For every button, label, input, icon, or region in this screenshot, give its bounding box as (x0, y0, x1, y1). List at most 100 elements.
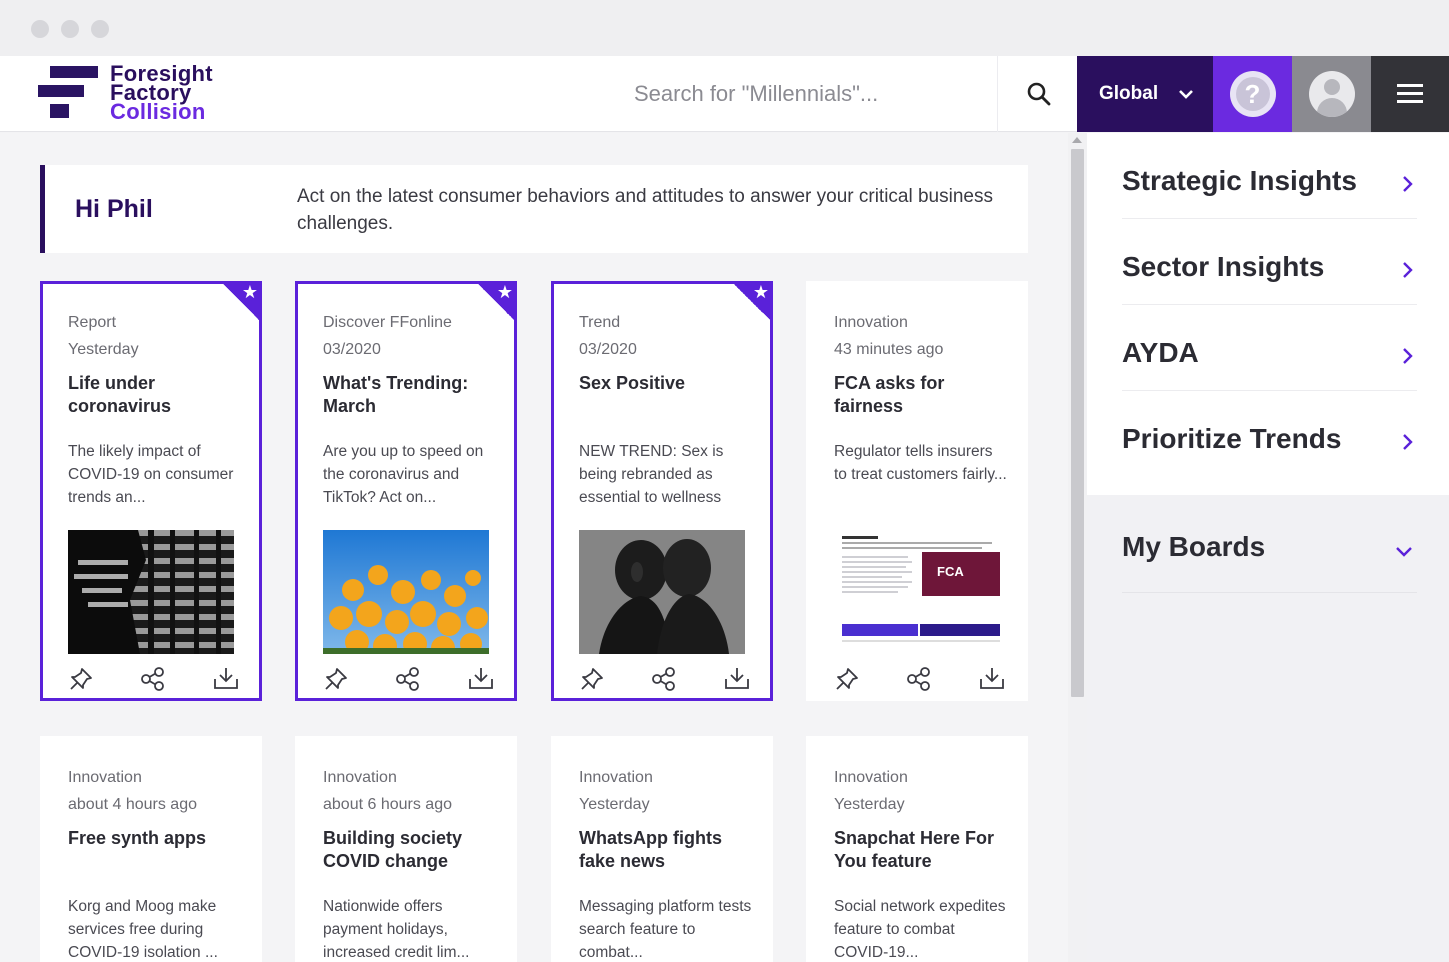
card-date: 03/2020 (323, 341, 381, 358)
window-titlebar (0, 0, 1449, 56)
brand-logo[interactable]: Foresight Factory Collision (38, 63, 238, 126)
download-icon[interactable] (213, 666, 239, 692)
side-item-strategic-insights[interactable]: Strategic Insights (1122, 133, 1417, 219)
side-navigation-panel: Strategic Insights Sector Insights AYDA … (1087, 133, 1449, 962)
content-card[interactable]: Innovation about 4 hours ago Free synth … (40, 736, 262, 962)
featured-ribbon: ★ (475, 282, 514, 323)
chevron-down-icon (1179, 90, 1194, 99)
card-date: 03/2020 (579, 341, 637, 358)
card-date: 43 minutes ago (834, 341, 944, 358)
card-actions (554, 666, 770, 696)
welcome-greeting: Hi Phil (75, 195, 153, 223)
download-icon[interactable] (468, 666, 494, 692)
logo-bar-2 (38, 85, 84, 97)
card-title[interactable]: What's Trending: March (323, 372, 498, 418)
fca-badge-text: FCA (937, 564, 964, 579)
logo-text: Foresight Factory Collision (110, 63, 213, 124)
card-image[interactable] (579, 530, 745, 654)
download-icon[interactable] (724, 666, 750, 692)
featured-ribbon: ★ (731, 284, 770, 323)
star-icon: ★ (241, 282, 258, 302)
card-date: Yesterday (579, 796, 650, 813)
search-input[interactable] (610, 72, 996, 116)
scroll-up-arrow-icon[interactable] (1072, 137, 1082, 143)
card-title[interactable]: FCA asks for fairness (834, 372, 1009, 418)
chevron-down-icon (1396, 547, 1412, 557)
main-content: Hi Phil Act on the latest consumer behav… (0, 133, 1068, 962)
card-date: Yesterday (834, 796, 905, 813)
my-boards-toggle[interactable]: My Boards (1122, 515, 1417, 593)
window-maximize-dot[interactable] (91, 20, 109, 38)
share-icon[interactable] (651, 666, 677, 692)
pin-icon[interactable] (323, 666, 349, 692)
welcome-banner: Hi Phil Act on the latest consumer behav… (40, 165, 1028, 253)
search-icon (1027, 82, 1050, 106)
card-title[interactable]: Building society COVID change (323, 827, 498, 873)
share-icon[interactable] (395, 666, 421, 692)
main-scrollbar[interactable] (1068, 133, 1087, 962)
chevron-right-icon (1403, 262, 1413, 278)
pin-icon[interactable] (834, 666, 860, 692)
help-button[interactable]: ? (1213, 56, 1292, 132)
content-card[interactable]: Innovation Yesterday Snapchat Here For Y… (806, 736, 1028, 962)
card-title[interactable]: Sex Positive (579, 372, 754, 395)
card-type: Innovation (834, 769, 908, 786)
side-item-label: Strategic Insights (1122, 165, 1357, 196)
card-image[interactable] (68, 530, 234, 654)
side-item-sector-insights[interactable]: Sector Insights (1122, 219, 1417, 305)
card-image[interactable]: FCA (834, 530, 1000, 654)
share-icon[interactable] (140, 666, 166, 692)
card-image[interactable] (323, 530, 489, 654)
content-card[interactable]: Innovation 43 minutes ago FCA asks for f… (806, 281, 1028, 701)
side-item-label: Prioritize Trends (1122, 423, 1342, 454)
content-card[interactable]: ★ Discover FFonline 03/2020 What's Trend… (295, 281, 517, 701)
user-profile-button[interactable] (1292, 56, 1371, 132)
scrollbar-thumb[interactable] (1071, 149, 1084, 697)
card-description: Are you up to speed on the coronavirus a… (323, 443, 484, 506)
card-actions (43, 666, 259, 696)
pin-icon[interactable] (579, 666, 605, 692)
card-title[interactable]: Snapchat Here For You feature (834, 827, 1009, 873)
card-description: Nationwide offers payment holidays, incr… (323, 898, 470, 961)
window-close-dot[interactable] (31, 20, 49, 38)
card-actions (298, 666, 514, 696)
help-icon: ? (1229, 71, 1276, 117)
region-label: Global (1099, 83, 1159, 104)
top-header: Foresight Factory Collision Global ? (0, 56, 1449, 132)
content-card[interactable]: Innovation Yesterday WhatsApp fights fak… (551, 736, 773, 962)
hamburger-menu-button[interactable] (1371, 56, 1449, 132)
welcome-message: Act on the latest consumer behaviors and… (297, 186, 993, 234)
search-divider (997, 56, 998, 132)
card-date: Yesterday (68, 341, 139, 358)
card-description: NEW TREND: Sex is being rebranded as ess… (579, 443, 724, 506)
card-type: Discover FFonline (323, 314, 452, 331)
search-button[interactable] (1000, 56, 1077, 132)
card-title[interactable]: WhatsApp fights fake news (579, 827, 754, 873)
hamburger-icon (1397, 84, 1423, 104)
card-title[interactable]: Life under coronavirus (68, 372, 243, 418)
card-description: Korg and Moog make services free during … (68, 898, 218, 961)
share-icon[interactable] (906, 666, 932, 692)
card-description: Social network expedites feature to comb… (834, 898, 1006, 961)
content-card[interactable]: ★ Report Yesterday Life under coronaviru… (40, 281, 262, 701)
card-description: Messaging platform tests search feature … (579, 898, 752, 961)
side-item-ayda[interactable]: AYDA (1122, 305, 1417, 391)
content-card[interactable]: Innovation about 6 hours ago Building so… (295, 736, 517, 962)
card-title[interactable]: Free synth apps (68, 827, 243, 850)
side-item-prioritize-trends[interactable]: Prioritize Trends (1122, 391, 1417, 477)
content-card[interactable]: ★ Trend 03/2020 Sex Positive NEW TREND: … (551, 281, 773, 701)
side-item-label: Sector Insights (1122, 251, 1325, 282)
window-minimize-dot[interactable] (61, 20, 79, 38)
pin-icon[interactable] (68, 666, 94, 692)
download-icon[interactable] (979, 666, 1005, 692)
logo-bar-1 (50, 66, 98, 78)
card-date: about 6 hours ago (323, 796, 452, 813)
featured-ribbon: ★ (220, 282, 259, 323)
avatar (1308, 71, 1355, 117)
star-icon: ★ (496, 282, 513, 302)
card-description: Regulator tells insurers to treat custom… (834, 443, 1007, 483)
region-selector[interactable]: Global (1077, 56, 1213, 132)
logo-line-3: Collision (110, 99, 206, 124)
card-type: Innovation (323, 769, 397, 786)
my-boards-label: My Boards (1122, 531, 1266, 562)
